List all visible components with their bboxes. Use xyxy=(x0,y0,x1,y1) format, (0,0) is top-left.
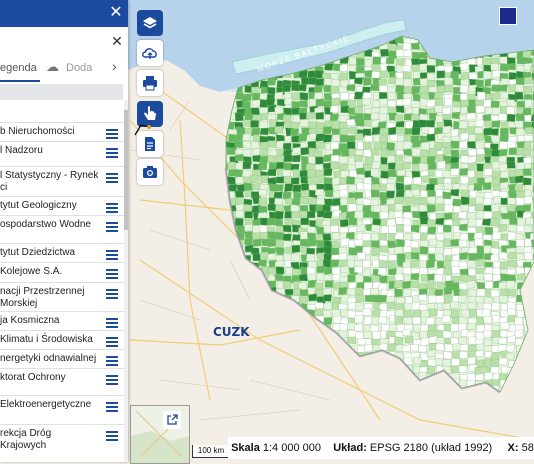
overview-map[interactable] xyxy=(130,405,190,464)
layer-menu-icon[interactable] xyxy=(106,203,118,213)
layer-separator xyxy=(0,349,124,350)
panel-header: ✕ xyxy=(0,0,128,27)
panel-tabs: egenda ☁ Doda › xyxy=(0,58,128,80)
layer-menu-icon[interactable] xyxy=(106,431,118,441)
layers-button[interactable] xyxy=(137,10,163,36)
print-icon xyxy=(143,76,157,91)
layer-label: Klimatu i Środowiska xyxy=(0,334,93,345)
filter-bar[interactable] xyxy=(0,84,123,100)
scrollbar-thumb[interactable] xyxy=(124,110,128,230)
layer-menu-icon[interactable] xyxy=(106,222,118,232)
layer-separator xyxy=(0,215,124,216)
layer-label: tytut Dziedzictwa xyxy=(0,247,76,258)
layer-separator xyxy=(0,311,124,312)
expand-overview-button[interactable] xyxy=(163,411,181,429)
camera-button[interactable] xyxy=(137,159,163,185)
layer-separator xyxy=(0,262,124,263)
scale-label: Skala xyxy=(231,442,260,454)
document-button[interactable] xyxy=(137,131,163,157)
layer-menu-icon[interactable] xyxy=(106,148,118,158)
layer-label: b Nieruchomości xyxy=(0,126,75,137)
layer-menu-icon[interactable] xyxy=(106,337,118,347)
cloud-icon: ☁ xyxy=(46,59,59,74)
x-coord-label: X: xyxy=(507,442,519,454)
layer-menu-icon[interactable] xyxy=(106,356,118,366)
layer-menu-icon[interactable] xyxy=(106,318,118,328)
document-icon xyxy=(145,137,155,151)
close-panel-icon[interactable]: ✕ xyxy=(107,4,125,22)
scale-value: 1:4 000 000 xyxy=(262,442,321,454)
layer-label: ktorat Ochrony xyxy=(0,372,66,383)
cloud-upload-icon xyxy=(142,48,157,59)
external-link-icon xyxy=(167,414,178,425)
crs-label: Układ: xyxy=(333,442,367,454)
layer-separator xyxy=(0,368,124,369)
upload-button[interactable] xyxy=(137,40,163,66)
close-tab-icon[interactable]: ✕ xyxy=(109,33,125,49)
layers-icon xyxy=(143,17,157,29)
layer-menu-icon[interactable] xyxy=(106,402,118,412)
layer-label: nergetyki odnawialnej xyxy=(0,353,97,364)
layer-separator xyxy=(0,196,124,197)
cuzk-watermark: CUZK xyxy=(213,325,250,339)
layer-label: nacji Przestrzennej Morskiej xyxy=(0,286,85,309)
scrollbar[interactable] xyxy=(124,100,128,462)
layer-separator xyxy=(0,424,124,425)
layer-separator xyxy=(0,330,124,331)
layer-separator xyxy=(0,395,124,396)
map-corner-button[interactable] xyxy=(499,7,517,25)
layer-label: rekcja Dróg Krajowych xyxy=(0,428,52,451)
layers-panel: ✕ ✕ egenda ☁ Doda › b Nieruchomości l Nad… xyxy=(0,0,128,462)
layer-separator xyxy=(0,166,124,167)
crs-value: EPSG 2180 (układ 1992) xyxy=(369,442,493,454)
chevron-right-icon[interactable]: › xyxy=(112,58,117,74)
layer-label: Kolejowe S.A. xyxy=(0,266,63,277)
layer-separator xyxy=(0,282,124,283)
x-coord-value: 587682 xyxy=(521,442,534,454)
layer-label: l Nadzoru xyxy=(0,145,43,156)
layer-separator xyxy=(0,122,124,123)
layer-menu-icon[interactable] xyxy=(106,250,118,260)
layer-label: ja Kosmiczna xyxy=(0,315,60,326)
layer-separator xyxy=(0,141,124,142)
scale-bar: 100 km xyxy=(192,445,230,458)
layer-label: l Statystyczny - Rynek ci xyxy=(0,170,99,193)
layer-menu-icon[interactable] xyxy=(106,269,118,279)
print-button[interactable] xyxy=(137,70,163,96)
layer-menu-icon[interactable] xyxy=(106,129,118,139)
layer-label: Elektroenergetyczne xyxy=(0,399,92,410)
layer-separator xyxy=(0,243,124,244)
layer-menu-icon[interactable] xyxy=(106,375,118,385)
tab-legenda[interactable]: egenda xyxy=(0,62,37,74)
tab-dodaj[interactable]: Doda xyxy=(66,62,92,74)
camera-icon xyxy=(143,166,157,178)
layer-label: tytut Geologiczny xyxy=(0,200,77,211)
layer-label: ospodarstwo Wodne xyxy=(0,219,91,230)
layer-menu-icon[interactable] xyxy=(106,289,118,299)
active-tab-indicator xyxy=(0,80,40,82)
status-bar: Skala 1:4 000 000 Układ: EPSG 2180 (ukła… xyxy=(228,437,534,459)
layer-menu-icon[interactable] xyxy=(106,173,118,183)
